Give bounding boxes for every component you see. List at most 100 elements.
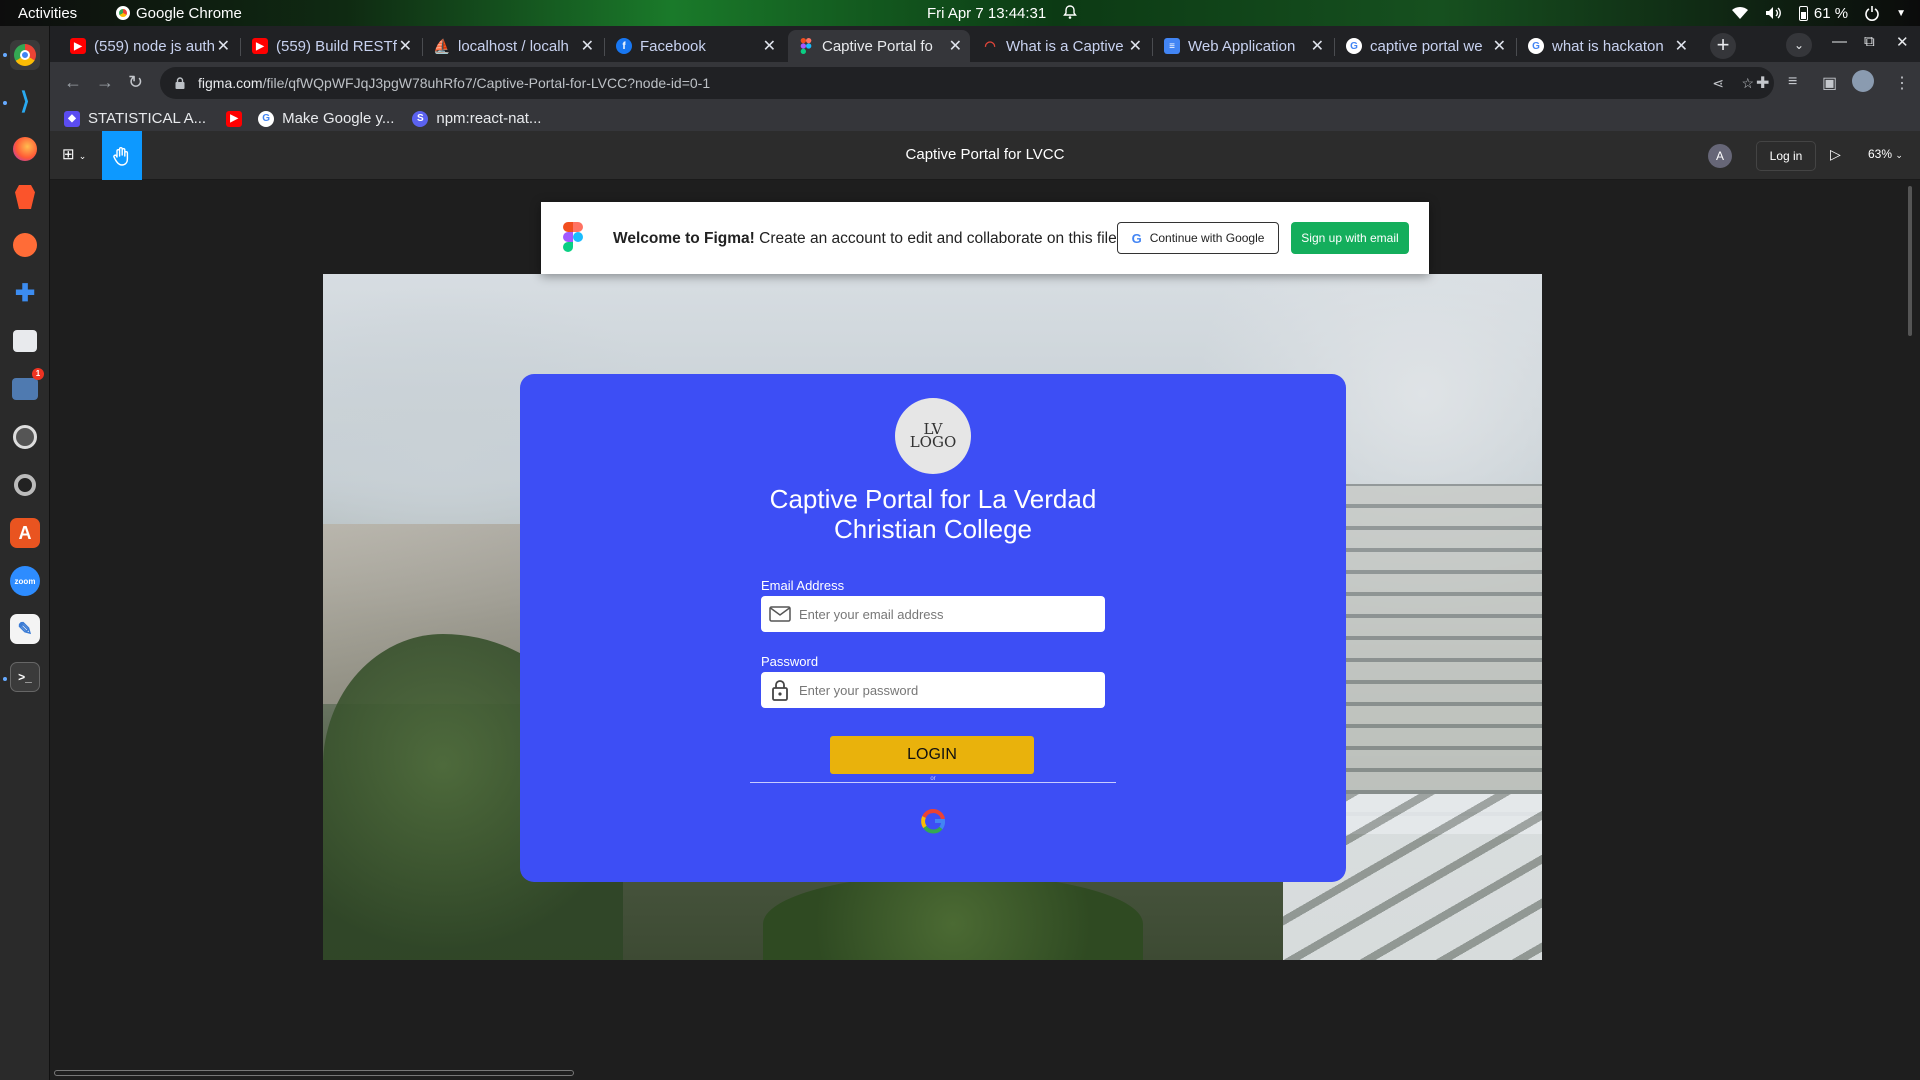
chevron-down-icon: ⌄ [1895, 150, 1903, 160]
forward-button[interactable]: → [96, 72, 114, 93]
close-icon[interactable]: ✕ [1493, 36, 1506, 56]
tab-2[interactable]: ⛵ localhost / localh ✕ [424, 30, 602, 62]
dock-firefox-icon[interactable] [10, 134, 40, 164]
battery-icon [1798, 5, 1808, 21]
side-panel-icon[interactable]: ▣ [1822, 73, 1837, 93]
reload-button[interactable]: ↻ [128, 72, 143, 93]
close-icon[interactable]: ✕ [949, 36, 962, 56]
dock-app-store-icon[interactable]: A [10, 518, 40, 548]
system-top-bar: Activities Google Chrome Fri Apr 7 13:44… [0, 0, 1920, 26]
background-photo-building [1343, 484, 1542, 834]
email-label: Email Address [761, 578, 845, 593]
tab-5[interactable]: ◠ What is a Captive ✕ [972, 30, 1150, 62]
tab-8[interactable]: Gwhat is hackaton ✕ [1518, 30, 1696, 62]
new-tab-button[interactable]: + [1710, 33, 1736, 59]
close-icon[interactable]: ✕ [1129, 36, 1142, 56]
close-icon[interactable]: ✕ [217, 36, 230, 56]
google-icon: G [1131, 230, 1142, 246]
url-path: /file/qfWQpWFJqJ3pgW78uhRfo7/Captive-Por… [262, 75, 711, 91]
zoom-dropdown[interactable]: 63% ⌄ [1868, 147, 1903, 161]
avatar[interactable]: A [1708, 144, 1732, 168]
system-tray[interactable]: 61 % ▼ [1731, 5, 1906, 22]
dock-disks-icon[interactable] [10, 422, 40, 452]
bookmarks-bar: ◆ STATISTICAL A... ▶ G Make Google y... Sn… [50, 104, 1920, 134]
dock-running-indicator [3, 53, 7, 57]
tab-7[interactable]: Gcaptive portal we ✕ [1336, 30, 1514, 62]
dock-files-icon[interactable]: 1 [10, 368, 44, 404]
close-icon[interactable]: ✕ [399, 36, 412, 56]
dock-zoom-icon[interactable]: zoom [10, 566, 40, 596]
bookmark-shield-icon: ◆ [64, 110, 80, 127]
dock-brave-icon[interactable] [10, 182, 40, 212]
minimize-button[interactable]: — [1832, 33, 1847, 50]
tab-search-button[interactable]: ⌄ [1786, 33, 1812, 57]
activities-button[interactable]: Activities [18, 5, 77, 22]
clock[interactable]: Fri Apr 7 13:44:31 [927, 5, 1046, 22]
tab-0[interactable]: ▶ (559) node js auth ✕ [60, 30, 238, 62]
present-play-icon[interactable]: ▷ [1830, 146, 1841, 163]
omnibox[interactable]: figma.com/file/qfWQpWFJqJ3pgW78uhRfo7/Ca… [160, 67, 1774, 99]
email-field[interactable] [761, 596, 1105, 632]
dock-running-indicator [3, 677, 7, 681]
continue-with-google-button[interactable]: G Continue with Google [1117, 222, 1279, 254]
close-icon[interactable]: ✕ [581, 36, 594, 56]
dock-postman-icon[interactable] [10, 230, 40, 260]
close-icon[interactable]: ✕ [1675, 36, 1688, 56]
close-icon[interactable]: ✕ [1311, 36, 1324, 56]
share-icon[interactable]: ⋖ [1712, 75, 1724, 92]
dock-settings-app-icon[interactable] [10, 326, 40, 356]
design-frame: LV LOGO Captive Portal for La Verdad Chr… [323, 274, 1542, 960]
close-window-button[interactable]: ✕ [1896, 33, 1909, 51]
wifi-icon [1731, 6, 1748, 19]
dock-text-editor-icon[interactable]: ✎ [10, 614, 40, 644]
wifi-icon: ◠ [984, 38, 996, 53]
sign-up-email-button[interactable]: Sign up with email [1291, 222, 1409, 254]
extensions-icon[interactable]: ✚ [1756, 73, 1769, 93]
profile-avatar[interactable] [1852, 70, 1874, 92]
email-input[interactable] [799, 606, 1089, 622]
tab-4[interactable]: Captive Portal fo ✕ [788, 30, 970, 62]
password-field[interactable] [761, 672, 1105, 708]
dock-chrome-icon[interactable] [10, 40, 40, 70]
dock-extensions-icon[interactable]: ✚ [10, 278, 40, 308]
star-icon[interactable]: ☆ [1741, 75, 1754, 92]
horizontal-scrollbar[interactable] [54, 1070, 574, 1076]
youtube-icon: ▶ [226, 110, 243, 127]
dock-running-indicator [3, 101, 7, 105]
back-button[interactable]: ← [64, 72, 82, 93]
dock-terminal-icon[interactable]: >_ [10, 662, 40, 692]
maximize-button[interactable]: ⧉ [1864, 33, 1875, 50]
figma-icon [798, 38, 814, 54]
battery-indicator: 61 % [1798, 5, 1848, 22]
figma-toolbar: ⊞ ⌄ Captive Portal for LVCC A Log in ▷ 6… [50, 131, 1920, 180]
login-card: LV LOGO Captive Portal for La Verdad Chr… [520, 374, 1346, 882]
chevron-down-icon: ▼ [1896, 7, 1906, 19]
close-icon[interactable]: ✕ [763, 36, 776, 56]
tab-3[interactable]: f Facebook ✕ [606, 30, 784, 62]
bookmark-item[interactable]: G Make Google y... [258, 110, 394, 127]
url-host: figma.com [198, 75, 263, 91]
figma-canvas[interactable]: LV LOGO Captive Portal for La Verdad Chr… [50, 180, 1920, 1080]
file-title: Captive Portal for LVCC [905, 146, 1065, 163]
dock-camera-icon[interactable] [10, 470, 40, 500]
dock-vscode-icon[interactable]: ⟩ [10, 86, 40, 116]
tab-1[interactable]: ▶ (559) Build RESTf ✕ [242, 30, 420, 62]
reading-list-icon[interactable]: ≡ [1788, 73, 1797, 91]
tab-6[interactable]: ≡ Web Application ✕ [1154, 30, 1332, 62]
vertical-scrollbar[interactable] [1908, 186, 1912, 336]
chrome-app-icon [116, 6, 130, 20]
kebab-menu-icon[interactable]: ⋮ [1894, 73, 1910, 93]
college-logo: LV LOGO [895, 398, 971, 474]
app-menu[interactable]: Google Chrome [116, 5, 242, 22]
bookmark-item[interactable]: ◆ STATISTICAL A... [64, 110, 206, 127]
youtube-icon: ▶ [70, 38, 86, 54]
password-input[interactable] [799, 682, 1089, 698]
tab-separator [604, 38, 605, 56]
google-sign-in-icon[interactable] [919, 807, 947, 835]
login-submit-button[interactable]: LOGIN [830, 736, 1034, 774]
login-button[interactable]: Log in [1756, 141, 1816, 171]
bookmark-item[interactable]: Snpm:react-nat... [412, 110, 541, 127]
power-icon [1865, 6, 1879, 21]
app-name: Google Chrome [136, 4, 242, 22]
bookmark-item[interactable]: ▶ [226, 110, 243, 127]
